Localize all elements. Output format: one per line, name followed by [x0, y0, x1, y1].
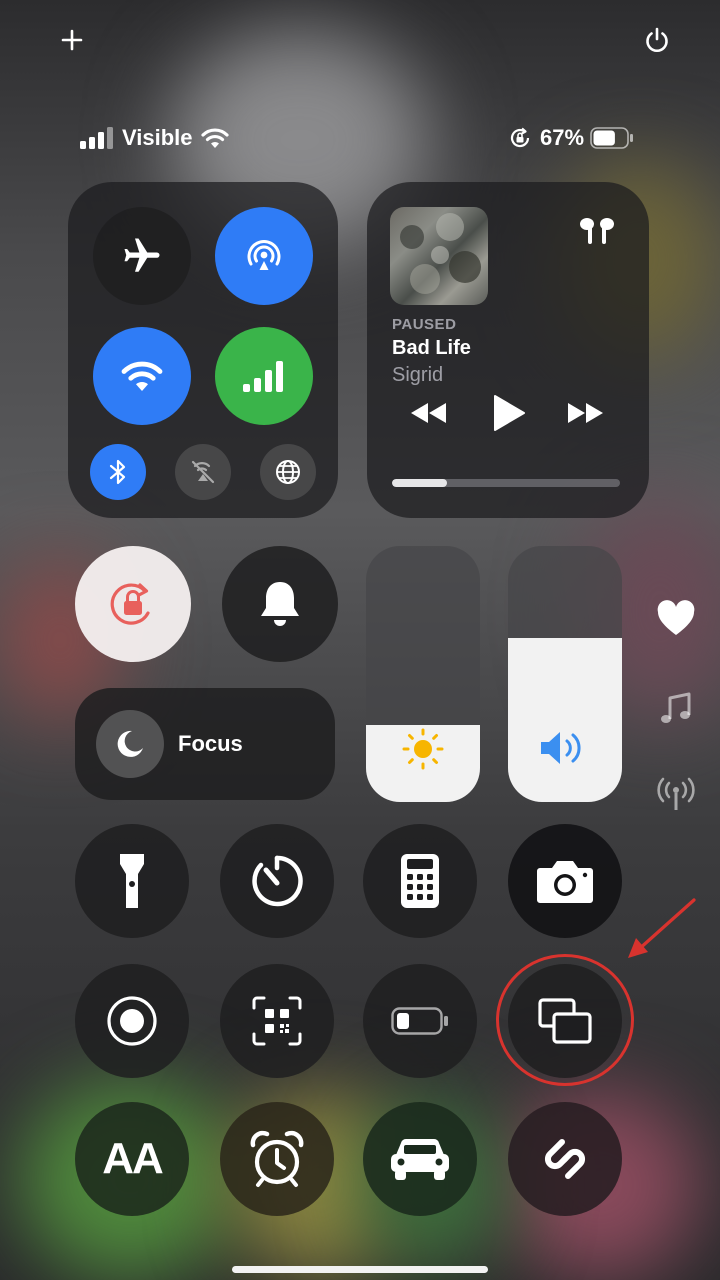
text-size-button[interactable]: AA: [75, 1102, 189, 1216]
home-indicator[interactable]: [232, 1266, 488, 1273]
wifi-icon: [121, 361, 163, 391]
status-bar-left: Visible: [80, 122, 229, 154]
focus-label: Focus: [178, 731, 243, 756]
carrier-name: Visible: [122, 125, 193, 150]
red-arrow-annotation: [628, 898, 696, 958]
airplane-icon: [124, 238, 160, 272]
shazam-icon: [544, 1139, 586, 1179]
timer-button[interactable]: [220, 824, 334, 938]
fast-forward-icon: [568, 403, 603, 423]
calculator-button[interactable]: [363, 824, 477, 938]
car-mode-button[interactable]: [363, 1102, 477, 1216]
antenna-icon: [657, 777, 695, 810]
camera-button[interactable]: [508, 824, 622, 938]
bell-icon: [261, 582, 299, 626]
playback-progress-bar[interactable]: [392, 479, 620, 487]
airdrop-toggle[interactable]: [215, 207, 313, 305]
now-playing-panel: PAUSED Bad Life Sigrid: [367, 182, 649, 518]
cellular-data-toggle[interactable]: [215, 327, 313, 425]
signal-bars-icon: [80, 127, 113, 149]
rewind-button[interactable]: [409, 400, 449, 431]
bluetooth-toggle[interactable]: [90, 444, 146, 500]
wifi-toggle[interactable]: [93, 327, 191, 425]
focus-icon-badge: [96, 710, 164, 778]
vpn-toggle[interactable]: [260, 444, 316, 500]
calculator-icon: [401, 854, 439, 908]
heart-icon: [657, 600, 695, 635]
cellular-icon: [243, 361, 283, 392]
audio-output-button[interactable]: [575, 216, 619, 251]
power-button[interactable]: [635, 18, 679, 62]
wifi-status-icon: [200, 128, 229, 148]
satellite-off-icon: [191, 460, 215, 484]
screen-record-icon: [107, 996, 157, 1046]
airdrop-icon: [247, 240, 281, 270]
screen-recording-button[interactable]: [75, 964, 189, 1078]
plus-icon: [61, 29, 83, 51]
silent-mode-toggle[interactable]: [222, 546, 338, 662]
volume-slider[interactable]: [508, 546, 622, 802]
artist-name: Sigrid: [392, 364, 444, 386]
screen-mirroring-button[interactable]: [508, 964, 622, 1078]
low-power-icon: [391, 1007, 448, 1035]
brightness-icon-wrap: [366, 726, 480, 772]
bluetooth-icon: [109, 459, 126, 485]
alarm-button[interactable]: [220, 1102, 334, 1216]
low-power-mode-button[interactable]: [363, 964, 477, 1078]
orientation-lock-toggle[interactable]: [75, 546, 191, 662]
car-icon: [391, 1138, 449, 1180]
volume-icon-wrap: [508, 728, 622, 768]
timer-icon: [252, 855, 303, 907]
qr-scanner-icon: [252, 996, 302, 1046]
flashlight-icon: [120, 854, 144, 908]
battery-percentage: 67%: [540, 125, 585, 150]
battery-icon: [590, 127, 634, 149]
satellite-toggle[interactable]: [175, 444, 231, 500]
airpods-icon: [580, 218, 614, 244]
alarm-icon: [250, 1130, 304, 1187]
connectivity-panel: [68, 182, 338, 518]
camera-icon: [537, 861, 593, 903]
speaker-icon: [541, 732, 581, 764]
favorites-page-button[interactable]: [656, 600, 696, 643]
orientation-lock-icon: [510, 127, 530, 148]
airplane-mode-toggle[interactable]: [93, 207, 191, 305]
focus-button[interactable]: Focus: [75, 688, 335, 800]
connectivity-page-button[interactable]: [656, 776, 696, 817]
album-artwork[interactable]: [390, 207, 488, 305]
music-note-icon: [661, 692, 691, 723]
globe-icon: [276, 460, 300, 484]
power-icon: [646, 27, 668, 52]
play-icon: [494, 395, 525, 431]
brightness-slider[interactable]: [366, 546, 480, 802]
fast-forward-button[interactable]: [565, 400, 605, 431]
shazam-button[interactable]: [508, 1102, 622, 1216]
sun-icon: [402, 728, 444, 770]
song-title: Bad Life: [392, 337, 471, 359]
moon-icon: [117, 730, 143, 757]
playback-status: PAUSED: [392, 316, 457, 333]
rotation-lock-icon: [110, 583, 150, 625]
flashlight-button[interactable]: [75, 824, 189, 938]
screen-mirroring-icon: [538, 998, 592, 1044]
volume-level-fill: [508, 638, 622, 802]
status-bar-right: 67%: [508, 122, 634, 154]
rewind-icon: [411, 403, 446, 423]
play-button[interactable]: [491, 394, 527, 437]
text-size-icon: AA: [102, 1134, 164, 1183]
add-control-button[interactable]: [50, 18, 94, 62]
code-scanner-button[interactable]: [220, 964, 334, 1078]
music-page-button[interactable]: [656, 690, 696, 735]
